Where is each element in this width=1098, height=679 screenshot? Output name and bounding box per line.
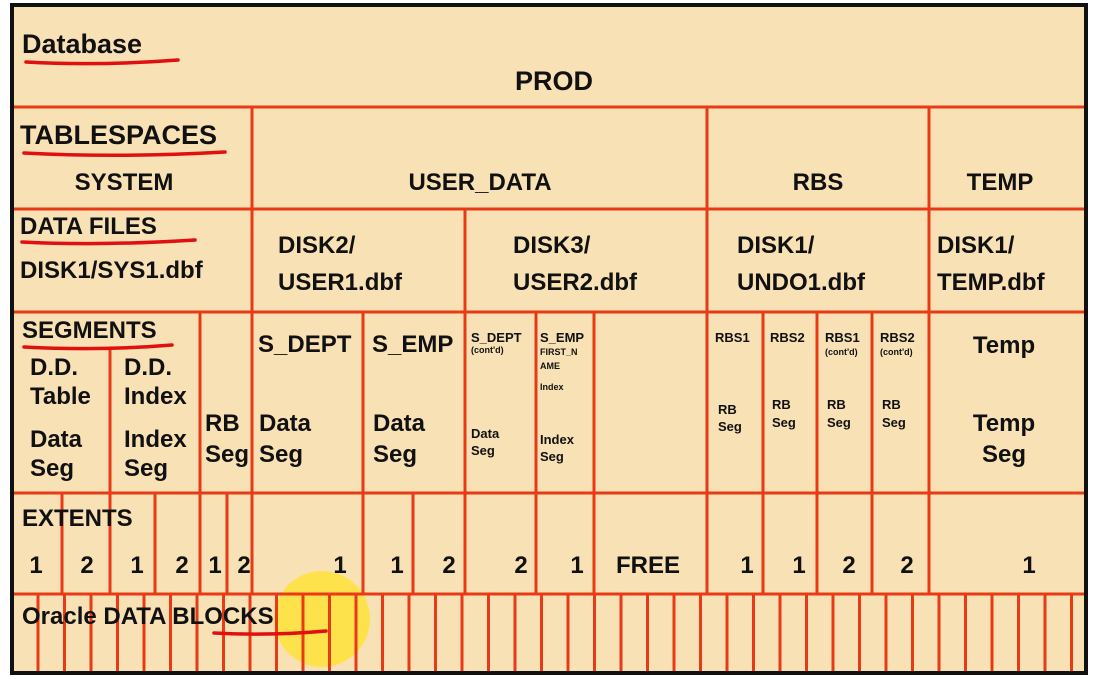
segments-label: SEGMENTS — [22, 317, 157, 344]
extent-value: 2 — [514, 552, 527, 579]
seg-ddtable-name1: D.D. — [30, 354, 78, 381]
seg-sdept-type2: Seg — [259, 441, 303, 468]
extent-value: 1 — [29, 552, 42, 579]
seg-semp2-note2: AME — [540, 361, 560, 371]
seg-semp2-type1: Index — [540, 432, 575, 447]
seg-rbs2-type2: Seg — [772, 415, 796, 430]
seg-rbs1c-type2: Seg — [827, 415, 851, 430]
datafile-user2-line2: USER2.dbf — [513, 269, 638, 296]
extent-value: 1 — [740, 552, 753, 579]
datafile-undo-line1: DISK1/ — [737, 232, 815, 259]
seg-rbs1c-type1: RB — [827, 397, 846, 412]
seg-semp-type1: Data — [373, 410, 426, 437]
seg-semp-type2: Seg — [373, 441, 417, 468]
seg-sdept-name: S_DEPT — [258, 331, 352, 358]
datafile-undo-line2: UNDO1.dbf — [737, 269, 866, 296]
datafile-user2-line1: DISK3/ — [513, 232, 591, 259]
seg-sdept2-note: (cont'd) — [471, 345, 504, 355]
seg-rbs1-name: RBS1 — [715, 330, 750, 345]
extent-value: 2 — [237, 552, 250, 579]
seg-temp-type2: Seg — [982, 441, 1026, 468]
seg-rbs1c-name: RBS1 — [825, 330, 860, 345]
seg-rbs2-name: RBS2 — [770, 330, 805, 345]
extent-value: 1 — [208, 552, 221, 579]
seg-rbs2c-type1: RB — [882, 397, 901, 412]
seg-semp2-sub: Index — [540, 382, 564, 392]
extent-value: 2 — [80, 552, 93, 579]
tablespace-rbs: RBS — [793, 169, 844, 196]
extent-value: 1 — [1022, 552, 1035, 579]
seg-ddindex-name1: D.D. — [124, 354, 172, 381]
extent-value: 1 — [333, 552, 346, 579]
blocks-label-prefix: Oracle — [22, 603, 103, 630]
extent-value: 2 — [900, 552, 913, 579]
seg-sdept2-type2: Seg — [471, 443, 495, 458]
tablespaces-label: TABLESPACES — [20, 120, 217, 150]
seg-ddtable-type2: Seg — [30, 455, 74, 482]
seg-rbs1-type1: RB — [718, 402, 737, 417]
extent-value: 1 — [390, 552, 403, 579]
tablespace-user-data: USER_DATA — [408, 169, 551, 196]
seg-ddindex-name2: Index — [124, 383, 187, 410]
seg-ddtable-name2: Table — [30, 383, 91, 410]
datafile-temp-line1: DISK1/ — [937, 232, 1015, 259]
blocks-label: Oracle DATA BLOCKS — [22, 603, 274, 630]
extent-value: 2 — [175, 552, 188, 579]
seg-rb2: Seg — [205, 441, 249, 468]
tablespace-temp: TEMP — [967, 169, 1034, 196]
oracle-storage-diagram: Database PROD TABLESPACES SYSTEM USER_DA… — [10, 3, 1088, 675]
seg-semp2-note1: FIRST_N — [540, 347, 578, 357]
tablespace-system: SYSTEM — [75, 169, 174, 196]
extent-value: 1 — [570, 552, 583, 579]
seg-semp2-type2: Seg — [540, 449, 564, 464]
seg-rbs1c-note: (cont'd) — [825, 347, 858, 357]
database-label: Database — [22, 29, 142, 59]
seg-temp-type1: Temp — [973, 410, 1035, 437]
extent-value: 2 — [442, 552, 455, 579]
seg-rb1: RB — [205, 410, 240, 437]
extents-label: EXTENTS — [22, 505, 133, 532]
seg-ddtable-type1: Data — [30, 426, 83, 453]
datafile-user1-line1: DISK2/ — [278, 232, 356, 259]
seg-rbs2c-type2: Seg — [882, 415, 906, 430]
seg-rbs2c-note: (cont'd) — [880, 347, 913, 357]
seg-ddindex-type2: Seg — [124, 455, 168, 482]
datafiles-label: DATA FILES — [20, 213, 157, 240]
datafile-system: DISK1/SYS1.dbf — [20, 257, 204, 284]
blocks-label-main: DATA BLOCKS — [103, 603, 273, 630]
seg-sdept2-name: S_DEPT — [471, 330, 522, 345]
extent-value: 2 — [842, 552, 855, 579]
datafile-user1-line2: USER1.dbf — [278, 269, 403, 296]
seg-rbs2c-name: RBS2 — [880, 330, 915, 345]
seg-sdept2-type1: Data — [471, 426, 500, 441]
seg-sdept-type1: Data — [259, 410, 312, 437]
extent-value: 1 — [792, 552, 805, 579]
extent-value: FREE — [616, 552, 680, 579]
database-name: PROD — [515, 66, 593, 96]
seg-temp-name: Temp — [973, 332, 1035, 359]
seg-semp2-name: S_EMP — [540, 330, 584, 345]
extent-value: 1 — [130, 552, 143, 579]
seg-rbs2-type1: RB — [772, 397, 791, 412]
seg-semp-name: S_EMP — [372, 331, 453, 358]
seg-ddindex-type1: Index — [124, 426, 187, 453]
seg-rbs1-type2: Seg — [718, 419, 742, 434]
datafile-temp-line2: TEMP.dbf — [937, 269, 1046, 296]
